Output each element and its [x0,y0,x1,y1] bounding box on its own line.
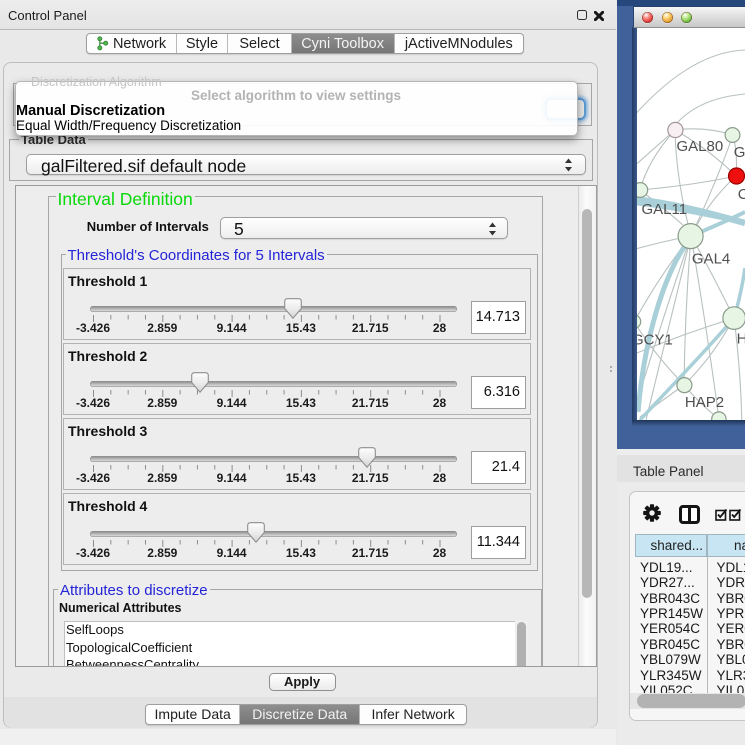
svg-text:GAL4: GAL4 [692,251,730,268]
svg-text:GCY1: GCY1 [637,332,673,349]
svg-text:HAP2: HAP2 [685,394,724,411]
svg-text:GAL11: GAL11 [642,201,688,218]
svg-text:G: G [734,144,745,161]
svg-text:H: H [737,331,745,348]
svg-text:C: C [738,186,745,203]
svg-text:GAL80: GAL80 [677,138,724,155]
